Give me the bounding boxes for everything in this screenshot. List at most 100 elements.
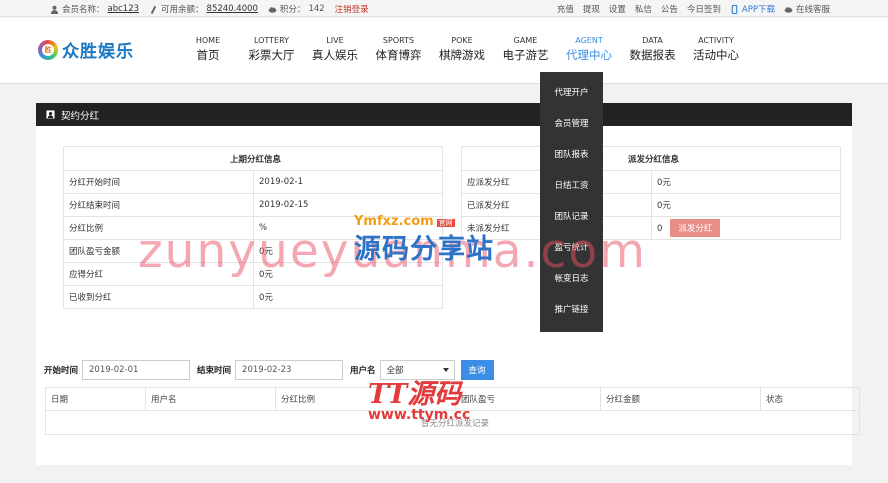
points-info: 积分： 142 <box>268 3 325 15</box>
contract-dividend-panel: 契约分红 上期分红信息 分红开始时间 2019-02-1 分红结束时间 2019-0… <box>36 103 860 465</box>
dispatch-dividend-table: 派发分红信息 应派发分红 0元 已派发分红 0元 未派发分红 0 派发分红 <box>461 146 841 240</box>
user-icon <box>50 5 59 14</box>
menu-item-agent-open[interactable]: 代理开户 <box>540 78 603 109</box>
row-label: 分红开始时间 <box>63 170 254 194</box>
nav-en-label: LIVE <box>326 36 344 45</box>
nav-cn-label: 棋牌游戏 <box>439 48 485 62</box>
main-nav: HOME 首页 LOTTERY 彩票大厅 LIVE 真人娱乐 SPORTS 体育博弈 P… <box>178 36 750 63</box>
row-value: 0元 <box>253 239 443 263</box>
column-header-status: 状态 <box>760 387 860 411</box>
nav-cn-label: 体育博弈 <box>375 48 422 62</box>
menu-item-team-record[interactable]: 团队记录 <box>540 202 603 233</box>
menu-item-profit-stats[interactable]: 盈亏统计 <box>540 233 603 264</box>
nav-en-label: DATA <box>642 36 663 45</box>
dividend-record-table: 日期 用户名 分红比例 团队盈亏 分红金额 状态 暂无分红派发记录 <box>45 387 860 435</box>
nav-activity[interactable]: ACTIVITY 活动中心 <box>686 36 746 63</box>
username-select[interactable]: 全部 <box>379 360 455 380</box>
nav-cn-label: 电子游艺 <box>502 48 549 62</box>
nav-live[interactable]: LIVE 真人娱乐 <box>305 36 365 63</box>
cloud-service-icon <box>784 6 793 13</box>
balance-info: 可用余额： 85240.4000 <box>149 3 258 15</box>
messages-link[interactable]: 私信 <box>635 3 652 15</box>
agent-dropdown-menu: 代理开户 会员管理 团队报表 日结工资 团队记录 盈亏统计 帐变日志 推广链接 <box>540 72 603 332</box>
caret-down-icon <box>442 368 449 372</box>
member-name[interactable]: abc123 <box>108 4 140 14</box>
nav-cn-label: 代理中心 <box>566 48 612 62</box>
menu-item-member-manage[interactable]: 会员管理 <box>540 109 603 140</box>
menu-item-team-report[interactable]: 团队报表 <box>540 140 603 171</box>
menu-item-promo-link[interactable]: 推广链接 <box>540 295 603 326</box>
column-header-date: 日期 <box>45 387 146 411</box>
nav-agent[interactable]: AGENT 代理中心 <box>559 36 619 63</box>
nav-en-label: ACTIVITY <box>698 36 734 45</box>
service-label: 在线客服 <box>795 5 830 15</box>
start-date-input[interactable] <box>82 360 191 380</box>
phone-icon <box>731 4 738 14</box>
row-value: 2019-02-1 <box>253 170 443 194</box>
column-header-username: 用户名 <box>145 387 276 411</box>
app-download-link[interactable]: APP下载 <box>730 3 775 15</box>
menu-item-account-log[interactable]: 帐变日志 <box>540 264 603 295</box>
settings-link[interactable]: 设置 <box>609 3 626 15</box>
start-time-label: 开始时间 <box>44 366 79 376</box>
row-value: 2019-02-15 <box>253 193 443 217</box>
service-link[interactable]: 在线客服 <box>784 3 830 15</box>
points-value: 142 <box>308 4 325 14</box>
nav-cn-label: 彩票大厅 <box>248 48 295 62</box>
site-logo[interactable]: 胜 众胜娱乐 <box>38 37 134 62</box>
column-header-team-profit: 团队盈亏 <box>455 387 601 411</box>
member-info: 会员名称： abc123 <box>50 3 139 15</box>
table-row: 应得分红 0元 <box>63 262 443 286</box>
logo-text: 众胜娱乐 <box>62 42 134 62</box>
table-row: 分红开始时间 2019-02-1 <box>63 170 443 194</box>
logo-badge: 胜 <box>42 43 54 56</box>
empty-row: 暂无分红派发记录 <box>45 410 860 435</box>
table-row: 应派发分红 0元 <box>461 170 841 194</box>
notice-link[interactable]: 公告 <box>661 3 678 15</box>
row-label: 分红比例 <box>63 216 254 240</box>
table-row: 分红比例% <box>63 216 443 240</box>
withdraw-link[interactable]: 提现 <box>583 3 600 15</box>
wallet-icon <box>150 5 157 14</box>
balance-label: 可用余额： <box>161 5 204 15</box>
nav-cn-label: 活动中心 <box>693 48 739 62</box>
table-row: 分红结束时间 2019-02-15 <box>63 193 443 217</box>
checkin-link[interactable]: 今日签到 <box>687 3 721 15</box>
end-date-input[interactable] <box>235 360 344 380</box>
nav-cn-label: 数据报表 <box>629 48 676 62</box>
query-button[interactable]: 查询 <box>460 360 494 380</box>
row-value: 0元 <box>651 170 841 194</box>
nav-home[interactable]: HOME 首页 <box>178 36 238 63</box>
nav-poke[interactable]: POKE 棋牌游戏 <box>432 36 492 63</box>
points-label: 积分： <box>279 5 306 15</box>
nav-game[interactable]: GAME 电子游艺 <box>496 36 556 63</box>
nav-lottery[interactable]: LOTTERY 彩票大厅 <box>242 36 302 63</box>
last-dividend-table: 上期分红信息 分红开始时间 2019-02-1 分红结束时间 2019-02-15 … <box>63 146 443 309</box>
table-header-row: 日期 用户名 分红比例 团队盈亏 分红金额 状态 <box>45 387 860 411</box>
nav-sports[interactable]: SPORTS 体育博弈 <box>369 36 429 63</box>
row-label: 分红结束时间 <box>63 193 254 217</box>
row-label: 团队盈亏金额 <box>63 239 254 263</box>
column-header-amount: 分红金额 <box>600 387 761 411</box>
end-time-label: 结束时间 <box>197 366 232 376</box>
username-label: 用户名 <box>350 366 376 376</box>
dispatch-dividend-heading: 派发分红信息 <box>461 146 841 171</box>
row-value: 0 <box>657 224 663 234</box>
row-value: 0元 <box>253 262 443 286</box>
logout-link[interactable]: 注销登录 <box>335 3 369 15</box>
row-label: 应得分红 <box>63 262 254 286</box>
panel-title: 契约分红 <box>61 110 100 122</box>
recharge-link[interactable]: 充值 <box>557 3 574 15</box>
menu-item-daily-wage[interactable]: 日结工资 <box>540 171 603 202</box>
username-select-value: 全部 <box>386 366 404 376</box>
last-dividend-heading: 上期分红信息 <box>63 146 443 171</box>
contact-card-icon <box>46 110 55 119</box>
filter-bar: 开始时间 结束时间 用户名 全部 查询 <box>44 360 494 380</box>
dispatch-dividend-button[interactable]: 派发分红 <box>670 219 721 237</box>
nav-data[interactable]: DATA 数据报表 <box>623 36 683 63</box>
row-value-cell: 0 派发分红 <box>651 216 841 240</box>
nav-en-label: SPORTS <box>382 36 415 45</box>
balance-value: 85240.4000 <box>206 4 258 14</box>
nav-en-label: LOTTERY <box>253 36 290 45</box>
row-label: 已收到分红 <box>63 285 254 309</box>
